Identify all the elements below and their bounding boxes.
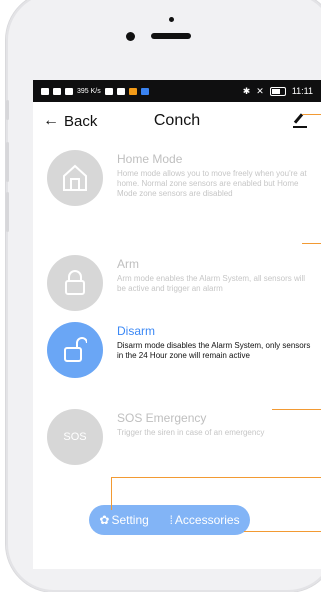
signal-icon — [53, 87, 61, 95]
home-icon — [63, 164, 87, 191]
accessories-label: Accessories — [174, 513, 240, 527]
sim-icon — [41, 87, 49, 95]
bottom-action-bar: ✿ Setting ⁞ Accessories — [89, 505, 250, 535]
mode-arm-title: Arm — [117, 257, 139, 271]
hourglass-icon — [104, 87, 113, 95]
callout-arm — [302, 243, 321, 244]
phone-side-key — [6, 192, 9, 232]
mute-icon: ✕ — [256, 85, 264, 96]
mode-sos[interactable]: SOS SOS Emergency Trigger the siren in c… — [33, 409, 321, 499]
app-icon — [116, 87, 125, 95]
bluetooth-icon: ✱ — [242, 85, 251, 96]
status-left-icons: 395 K/s — [41, 87, 149, 95]
callout-sos — [272, 409, 321, 410]
network-speed: 395 K/s — [77, 87, 101, 95]
mode-home-title: Home Mode — [117, 152, 183, 166]
status-right-icons: ✱ ✕ 11:11 — [243, 86, 313, 97]
phone-side-key — [6, 100, 9, 120]
phone-speaker — [151, 33, 191, 39]
notification-icon — [140, 87, 149, 95]
underline-shape — [293, 126, 307, 128]
lock-icon — [65, 270, 85, 295]
setting-label: Setting — [111, 513, 149, 527]
callout-edit — [302, 114, 321, 115]
accessories-button[interactable]: ⁞ Accessories — [170, 513, 240, 527]
mode-arm-description: Arm mode enables the Alarm System, all s… — [117, 274, 306, 293]
battery-icon — [269, 86, 286, 96]
nav-bar: ← Back Conch — [33, 102, 321, 142]
mode-sos-title: SOS Emergency — [117, 411, 207, 425]
callout-setting — [111, 477, 321, 478]
mode-arm-circle — [47, 255, 103, 311]
callout-setting-vertical — [111, 477, 112, 510]
mode-sos-circle: SOS — [47, 409, 103, 465]
mode-disarm-title: Disarm — [117, 324, 155, 338]
mode-disarm[interactable]: Disarm Disarm mode disables the Alarm Sy… — [33, 322, 321, 412]
accessories-icon: ⁞ — [169, 513, 173, 527]
status-bar: 395 K/s ✱ ✕ 11:11 — [33, 80, 321, 102]
wifi-icon — [65, 87, 73, 95]
mode-sos-description: Trigger the siren in case of an emergenc… — [117, 428, 265, 437]
phone-sensor — [169, 17, 174, 22]
mode-disarm-description: Disarm mode disables the Alarm System, o… — [117, 341, 311, 360]
setting-button[interactable]: ✿ Setting — [99, 513, 148, 527]
mode-home[interactable]: Home Mode Home mode allows you to move f… — [33, 150, 321, 240]
mode-home-description: Home mode allows you to move freely when… — [117, 169, 307, 198]
mode-disarm-circle — [47, 322, 103, 378]
phone-camera — [126, 32, 135, 41]
mode-home-circle — [47, 150, 103, 206]
unlock-icon — [64, 337, 87, 362]
phone-side-key — [6, 142, 9, 182]
page-title: Conch — [153, 112, 201, 129]
app-screen: 395 K/s ✱ ✕ 11:11 ← Back Conch Home Mode… — [33, 80, 321, 569]
status-time: 11:11 — [291, 86, 313, 96]
sos-icon: SOS — [63, 431, 87, 443]
notification-icon — [128, 87, 137, 95]
gear-icon: ✿ — [99, 513, 110, 527]
callout-accessories — [244, 531, 321, 532]
